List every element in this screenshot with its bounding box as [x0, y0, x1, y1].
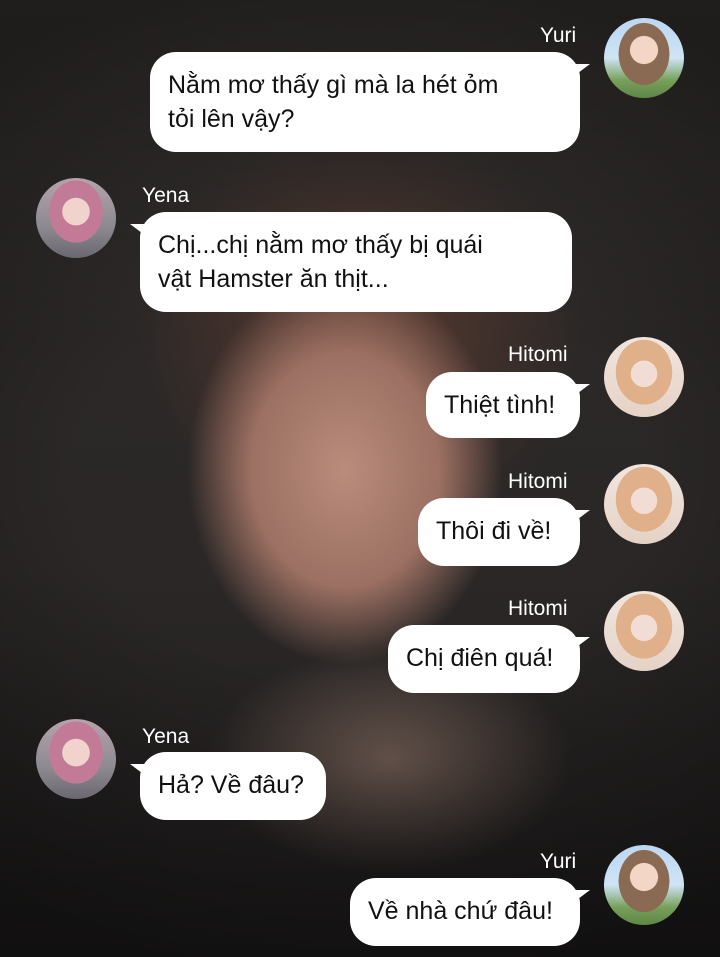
- message-line: Chị...chị nằm mơ thấy bị quái: [158, 231, 483, 259]
- avatar-yuri: [604, 845, 684, 925]
- message-line: Thiệt tình!: [444, 391, 556, 419]
- sender-name: Yena: [142, 184, 190, 207]
- message-line: Nằm mơ thấy gì mà la hét ỏm: [168, 71, 499, 99]
- avatar-yuri: [604, 18, 684, 98]
- message-line: Về nhà chứ đâu!: [368, 897, 553, 925]
- message-line: Thôi đi về!: [436, 517, 552, 545]
- sender-name: Yuri: [540, 850, 577, 873]
- message-bubble: Hả? Về đâu?: [130, 752, 326, 820]
- message-bubble: Thôi đi về!: [418, 498, 590, 566]
- message-line: vật Hamster ăn thịt...: [158, 265, 389, 293]
- message-bubble: Chị...chị nằm mơ thấy bị quái vật Hamste…: [130, 212, 572, 312]
- avatar-hitomi: [604, 464, 684, 544]
- sender-name: Yena: [142, 725, 190, 748]
- message-line: Chị điên quá!: [406, 644, 554, 672]
- avatar-yena: [36, 719, 116, 799]
- sender-name: Hitomi: [508, 343, 568, 366]
- message-line: tỏi lên vậy?: [168, 105, 295, 133]
- message-line: Hả? Về đâu?: [158, 771, 304, 799]
- message-bubble: Chị điên quá!: [388, 625, 590, 693]
- avatar-yena: [36, 178, 116, 258]
- avatar-hitomi: [604, 337, 684, 417]
- sender-name: Hitomi: [508, 597, 568, 620]
- message-bubble: Thiệt tình!: [426, 372, 590, 438]
- sender-name: Yuri: [540, 24, 577, 47]
- message-bubble: Về nhà chứ đâu!: [350, 878, 590, 946]
- sender-name: Hitomi: [508, 470, 568, 493]
- message-bubble: Nằm mơ thấy gì mà la hét ỏm tỏi lên vậy?: [150, 52, 590, 152]
- avatar-hitomi: [604, 591, 684, 671]
